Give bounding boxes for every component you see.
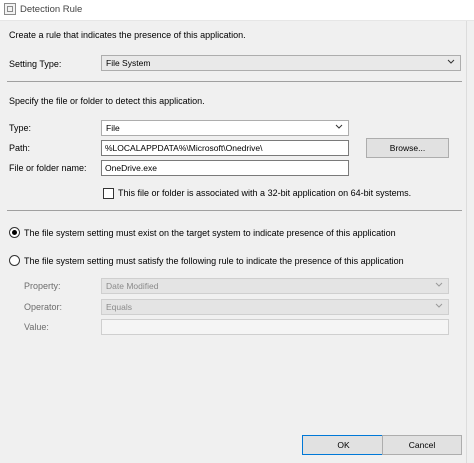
32bit-checkbox[interactable]	[103, 188, 114, 199]
chevron-down-icon	[435, 282, 443, 287]
title-bar[interactable]: Detection Rule	[0, 0, 474, 21]
file-name-input[interactable]: OneDrive.exe	[101, 160, 349, 176]
window-edge	[466, 21, 474, 463]
type-label: Type:	[9, 123, 32, 133]
property-dropdown[interactable]: Date Modified	[101, 278, 449, 294]
operator-dropdown[interactable]: Equals	[101, 299, 449, 315]
browse-button[interactable]: Browse...	[366, 138, 449, 158]
32bit-checkbox-label: This file or folder is associated with a…	[118, 188, 412, 198]
type-value: File	[106, 123, 120, 133]
chevron-down-icon	[335, 124, 343, 129]
chevron-down-icon	[435, 303, 443, 308]
window-title: Detection Rule	[20, 4, 83, 15]
divider	[7, 210, 462, 211]
radio-selected-dot	[12, 230, 17, 235]
property-label: Property:	[24, 281, 61, 291]
operator-value: Equals	[106, 302, 132, 312]
ok-button[interactable]: OK	[302, 435, 385, 455]
operator-label: Operator:	[24, 302, 63, 312]
file-name-label: File or folder name:	[9, 163, 87, 173]
exist-radio[interactable]	[9, 227, 20, 238]
chevron-down-icon	[447, 59, 455, 64]
exist-radio-label: The file system setting must exist on th…	[24, 228, 396, 238]
path-input[interactable]: %LOCALAPPDATA%\Microsoft\Onedrive\	[101, 140, 349, 156]
cancel-button[interactable]: Cancel	[382, 435, 462, 455]
rule-radio-label: The file system setting must satisfy the…	[24, 256, 404, 266]
rule-radio[interactable]	[9, 255, 20, 266]
value-label: Value:	[24, 322, 49, 332]
divider	[7, 81, 462, 82]
path-label: Path:	[9, 143, 31, 153]
detect-heading: Specify the file or folder to detect thi…	[9, 96, 205, 106]
intro-text: Create a rule that indicates the presenc…	[9, 30, 246, 40]
property-value: Date Modified	[106, 281, 159, 291]
setting-type-value: File System	[106, 58, 151, 68]
setting-type-label: Setting Type:	[9, 59, 62, 69]
value-input[interactable]	[101, 319, 449, 335]
dialog-body: Create a rule that indicates the presenc…	[0, 21, 466, 463]
app-window-icon	[4, 3, 16, 15]
setting-type-dropdown[interactable]: File System	[101, 55, 461, 71]
type-dropdown[interactable]: File	[101, 120, 349, 136]
